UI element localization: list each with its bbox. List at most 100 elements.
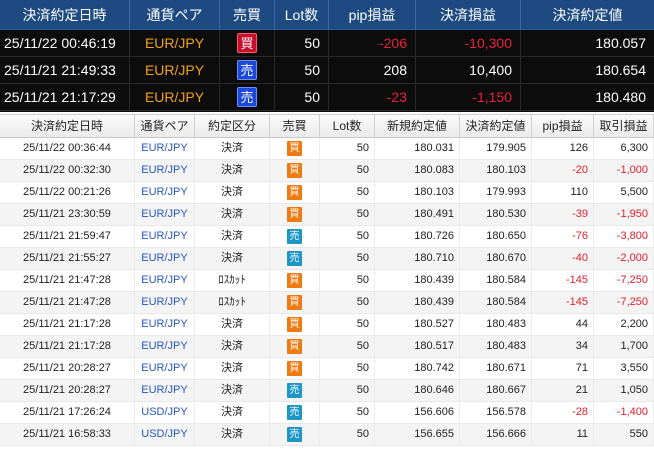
close-datetime: 25/11/22 00:36:44: [0, 138, 135, 159]
trade-history-panel: 決済約定日時 通貨ペア 約定区分 売買 Lot数 新規約定値 決済約定値 pip…: [0, 114, 654, 446]
history-row[interactable]: 25/11/21 21:17:28 EUR/JPY 決済 買 50 180.517 180.…: [0, 336, 654, 358]
col-header-pip-pnl[interactable]: pip損益: [532, 115, 594, 137]
close-price: 180.057: [595, 35, 646, 51]
trade-pnl: -1,000: [594, 160, 654, 181]
col-header-settle-pnl[interactable]: 決済損益: [416, 0, 521, 29]
col-header-side[interactable]: 売買: [220, 0, 275, 29]
history-row[interactable]: 25/11/21 21:59:47 EUR/JPY 決済 売 50 180.726 180.…: [0, 226, 654, 248]
trade-kind: 決済: [195, 138, 270, 159]
col-header-close-price[interactable]: 決済約定値: [460, 115, 532, 137]
currency-pair: USD/JPY: [135, 424, 195, 445]
col-header-trade-pnl[interactable]: 取引損益: [594, 115, 654, 137]
history-row[interactable]: 25/11/22 00:36:44 EUR/JPY 決済 買 50 180.031 179.…: [0, 138, 654, 160]
col-header-pip-pnl[interactable]: pip損益: [329, 0, 416, 29]
lot-size: 50: [320, 292, 375, 313]
trade-kind: 決済: [195, 204, 270, 225]
close-datetime: 25/11/22 00:32:30: [0, 160, 135, 181]
history-row[interactable]: 25/11/21 17:26:24 USD/JPY 決済 売 50 156.606 156.…: [0, 402, 654, 424]
currency-pair: EUR/JPY: [130, 57, 220, 83]
col-header-trade-kind[interactable]: 約定区分: [195, 115, 270, 137]
buy-badge: 買: [287, 317, 302, 332]
open-price: 180.710: [375, 248, 460, 269]
buy-badge: 買: [287, 273, 302, 288]
open-price: 156.655: [375, 424, 460, 445]
trade-pnl: -1,950: [594, 204, 654, 225]
trade-kind: 決済: [195, 424, 270, 445]
close-datetime: 25/11/21 21:59:47: [0, 226, 135, 247]
pip-pnl: 11: [532, 424, 594, 445]
trade-kind: 決済: [195, 160, 270, 181]
col-header-lot[interactable]: Lot数: [275, 0, 329, 29]
history-row[interactable]: 25/11/21 21:17:28 EUR/JPY 決済 買 50 180.527 180.…: [0, 314, 654, 336]
history-row[interactable]: 25/11/21 23:30:59 EUR/JPY 決済 買 50 180.491 180.…: [0, 204, 654, 226]
pip-pnl: -145: [532, 292, 594, 313]
history-row[interactable]: 25/11/21 20:28:27 EUR/JPY 決済 売 50 180.646 180.…: [0, 380, 654, 402]
history-row[interactable]: 25/11/21 21:47:28 EUR/JPY ﾛｽｶｯﾄ 買 50 180.439 1…: [0, 270, 654, 292]
open-price: 180.439: [375, 270, 460, 291]
side-cell: 売: [270, 402, 320, 423]
close-datetime: 25/11/21 21:17:29: [0, 84, 130, 110]
trade-kind: 決済: [195, 248, 270, 269]
buy-badge: 買: [287, 141, 302, 156]
sell-badge: 売: [287, 405, 302, 420]
trade-pnl: 1,700: [594, 336, 654, 357]
col-header-side[interactable]: 売買: [270, 115, 320, 137]
currency-pair: USD/JPY: [135, 402, 195, 423]
col-header-open-price[interactable]: 新規約定値: [375, 115, 460, 137]
close-price: 180.671: [460, 358, 532, 379]
pip-pnl: -40: [532, 248, 594, 269]
open-price: 180.491: [375, 204, 460, 225]
trade-history-header: 決済約定日時 通貨ペア 約定区分 売買 Lot数 新規約定値 決済約定値 pip…: [0, 114, 654, 138]
history-row[interactable]: 25/11/21 20:28:27 EUR/JPY 決済 買 50 180.742 180.…: [0, 358, 654, 380]
lot-size: 50: [275, 57, 329, 83]
currency-pair: EUR/JPY: [135, 380, 195, 401]
history-row[interactable]: 25/11/21 21:47:28 EUR/JPY ﾛｽｶｯﾄ 買 50 180.439 1…: [0, 292, 654, 314]
trade-kind: 決済: [195, 358, 270, 379]
col-header-lot[interactable]: Lot数: [320, 115, 375, 137]
side-cell: 買: [270, 204, 320, 225]
trade-pnl: 3,550: [594, 358, 654, 379]
open-price: 180.083: [375, 160, 460, 181]
pip-pnl: 34: [532, 336, 594, 357]
col-header-pair[interactable]: 通貨ペア: [130, 0, 220, 29]
trade-pnl: -7,250: [594, 292, 654, 313]
close-price: 179.993: [460, 182, 532, 203]
history-row[interactable]: 25/11/21 21:55:27 EUR/JPY 決済 売 50 180.710 180.…: [0, 248, 654, 270]
lot-size: 50: [320, 138, 375, 159]
lot-size: 50: [320, 270, 375, 291]
open-price: 180.742: [375, 358, 460, 379]
side-cell: 買: [270, 358, 320, 379]
currency-pair: EUR/JPY: [135, 204, 195, 225]
side-cell: 買: [270, 314, 320, 335]
lot-size: 50: [320, 402, 375, 423]
lot-size: 50: [320, 336, 375, 357]
buy-badge: 買: [287, 295, 302, 310]
history-row[interactable]: 25/11/21 16:58:33 USD/JPY 決済 売 50 156.655 156.…: [0, 424, 654, 446]
pip-pnl: -20: [532, 160, 594, 181]
trade-pnl: -1,400: [594, 402, 654, 423]
side-cell: 売: [270, 424, 320, 445]
position-row[interactable]: 25/11/21 21:17:29 EUR/JPY 売 50 -23 -1,150 180.…: [0, 84, 654, 111]
open-price: 180.103: [375, 182, 460, 203]
currency-pair: EUR/JPY: [135, 358, 195, 379]
pip-pnl: -76: [532, 226, 594, 247]
currency-pair: EUR/JPY: [135, 160, 195, 181]
close-datetime: 25/11/21 21:49:33: [0, 57, 130, 83]
position-row[interactable]: 25/11/22 00:46:19 EUR/JPY 買 50 -206 -10,300 18…: [0, 30, 654, 57]
open-price: 180.517: [375, 336, 460, 357]
trade-pnl: -7,250: [594, 270, 654, 291]
trade-pnl: -3,800: [594, 226, 654, 247]
col-header-close-price[interactable]: 決済約定値: [521, 0, 654, 29]
history-row[interactable]: 25/11/22 00:21:26 EUR/JPY 決済 買 50 180.103 179.…: [0, 182, 654, 204]
settle-pnl: -1,150: [416, 84, 521, 110]
close-price: 156.666: [460, 424, 532, 445]
col-header-close-datetime[interactable]: 決済約定日時: [0, 0, 130, 29]
col-header-close-datetime[interactable]: 決済約定日時: [0, 115, 135, 137]
pip-pnl: 21: [532, 380, 594, 401]
lot-size: 50: [320, 380, 375, 401]
settle-pnl: 10,400: [416, 57, 521, 83]
history-row[interactable]: 25/11/22 00:32:30 EUR/JPY 決済 買 50 180.083 180.…: [0, 160, 654, 182]
col-header-pair[interactable]: 通貨ペア: [135, 115, 195, 137]
position-row[interactable]: 25/11/21 21:49:33 EUR/JPY 売 50 208 10,400 180.…: [0, 57, 654, 84]
close-datetime: 25/11/21 21:55:27: [0, 248, 135, 269]
